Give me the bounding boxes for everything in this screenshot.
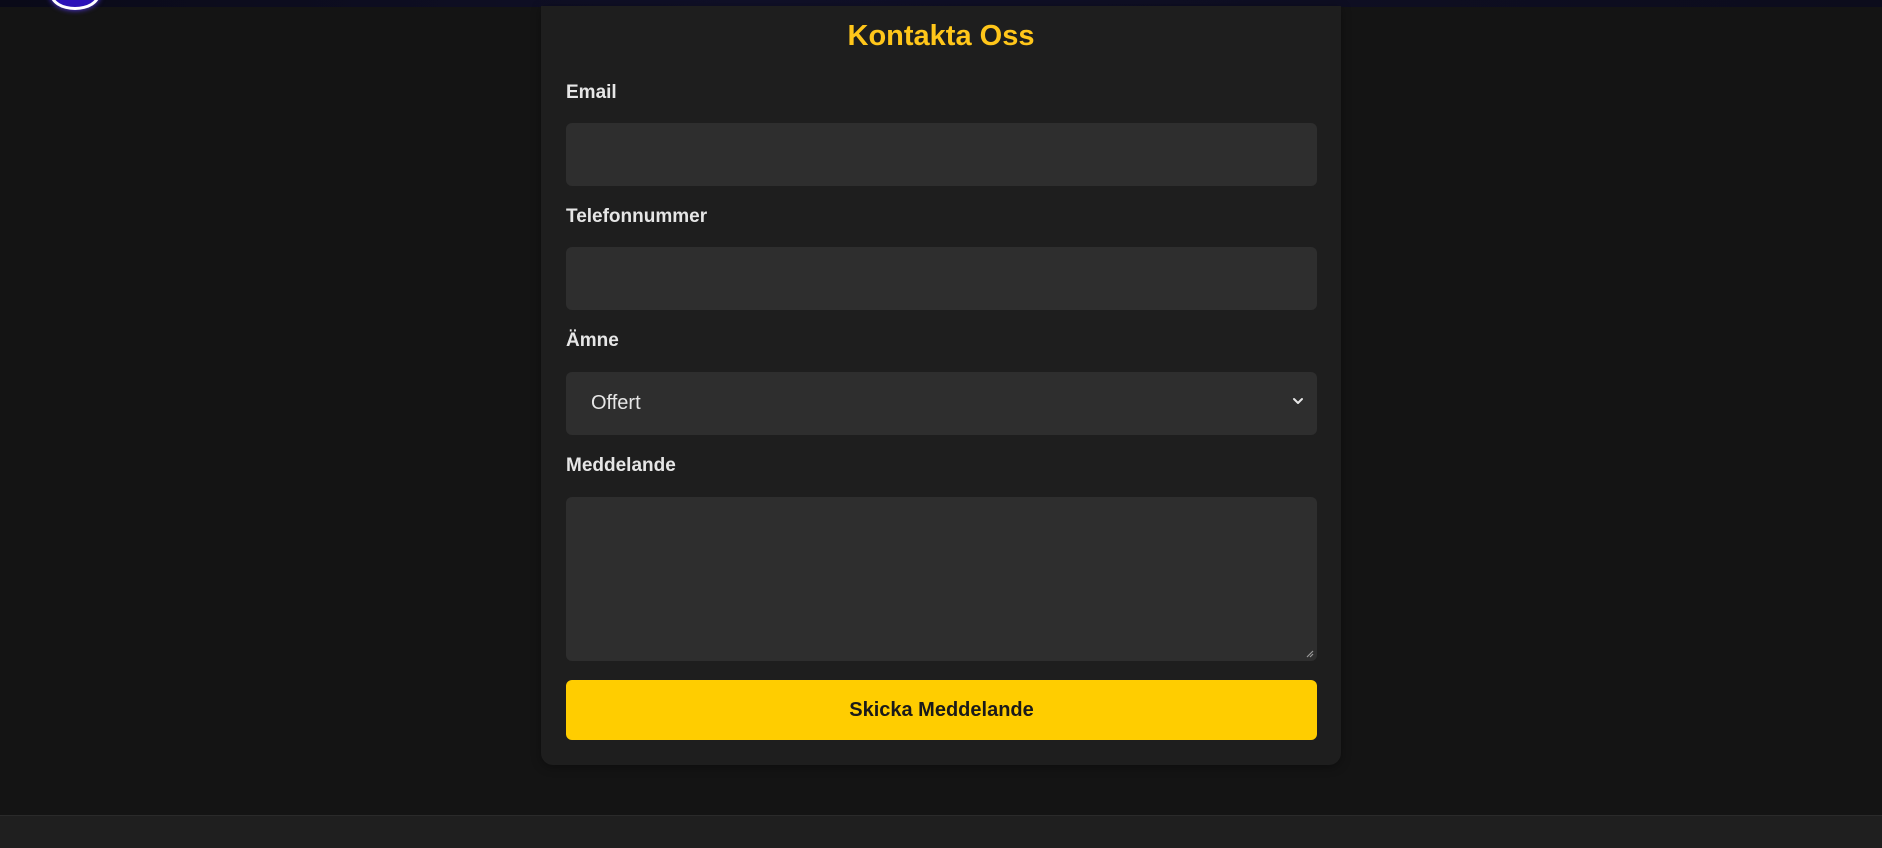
- subject-selected-value: Offert: [591, 392, 641, 414]
- email-label: Email: [566, 82, 617, 103]
- contact-form-card: Kontakta Oss Email Telefonnummer Ämne Of…: [541, 6, 1341, 765]
- email-field[interactable]: [566, 123, 1317, 186]
- footer: [0, 815, 1882, 848]
- form-title: Kontakta Oss: [847, 20, 1035, 52]
- message-textarea[interactable]: [566, 497, 1317, 661]
- message-label: Meddelande: [566, 455, 676, 476]
- subject-label: Ämne: [566, 330, 619, 351]
- phone-field[interactable]: [566, 247, 1317, 310]
- logo-icon[interactable]: [50, 0, 100, 10]
- phone-label: Telefonnummer: [566, 206, 708, 227]
- resize-handle-icon[interactable]: [1304, 648, 1314, 658]
- send-message-button[interactable]: Skicka Meddelande: [566, 680, 1317, 740]
- subject-select[interactable]: Offert: [566, 372, 1317, 435]
- chevron-down-icon: [1293, 398, 1303, 404]
